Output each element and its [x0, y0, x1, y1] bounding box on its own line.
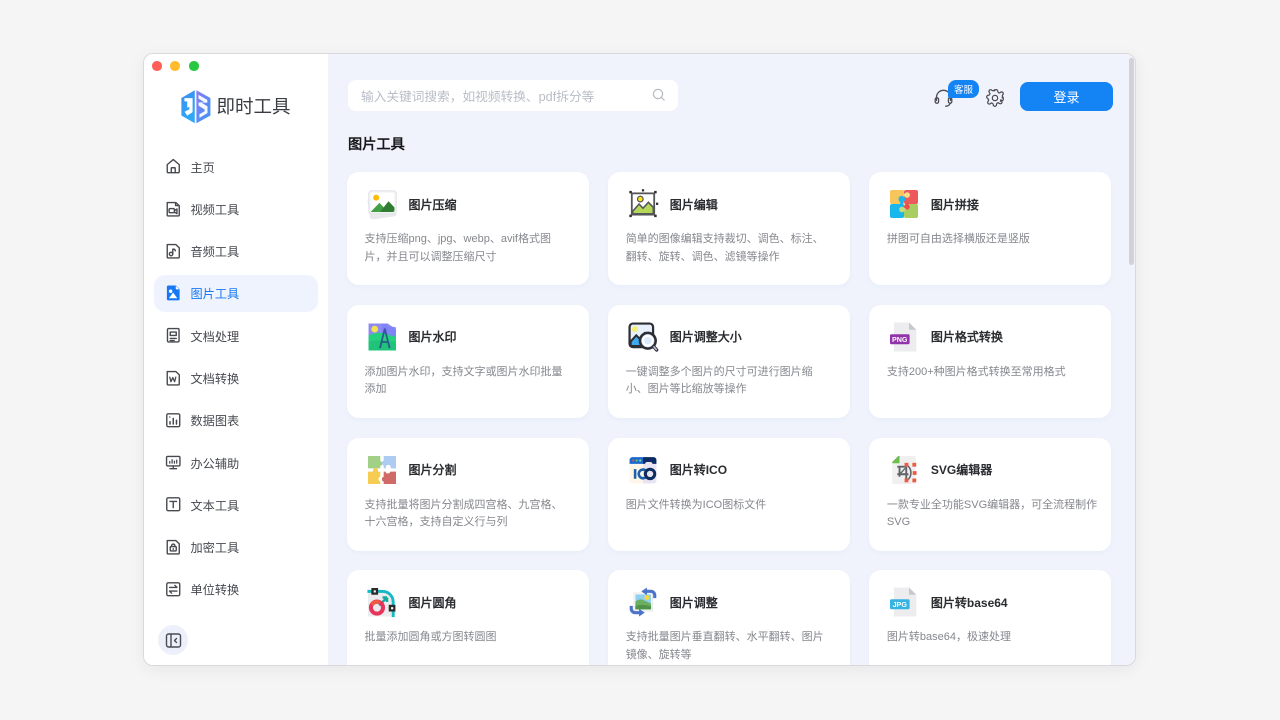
- svg-text:JPG: JPG: [892, 601, 907, 609]
- svg-text:PNG: PNG: [892, 336, 908, 344]
